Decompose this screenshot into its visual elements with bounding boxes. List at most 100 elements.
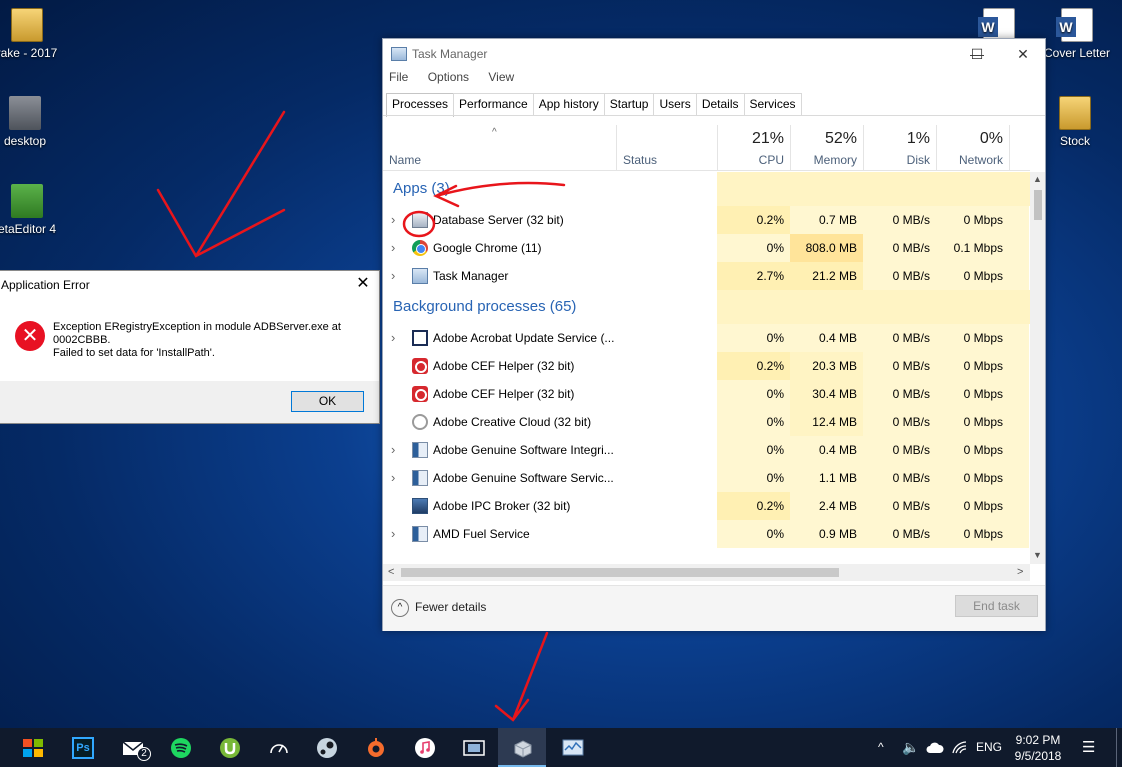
process-row[interactable]: › Google Chrome (11) 0% 808.0 MB 0 MB/s … xyxy=(383,234,1030,262)
expand-chevron-icon[interactable]: › xyxy=(391,324,401,352)
volume-icon[interactable]: 🔈 xyxy=(902,728,919,767)
column-status[interactable]: Status xyxy=(623,153,657,167)
column-name[interactable]: Name xyxy=(389,153,421,167)
ok-button[interactable]: OK xyxy=(291,391,364,412)
tray-chevron-icon[interactable]: ^ xyxy=(878,728,884,767)
taskbar-task-manager[interactable] xyxy=(548,728,596,767)
clock-time: 9:02 PM xyxy=(1015,733,1061,747)
cpu-value: 0.2% xyxy=(717,206,790,234)
close-button[interactable]: ✕ xyxy=(1000,39,1046,69)
network-value: 0 Mbps xyxy=(936,520,1009,548)
memory-value: 2.4 MB xyxy=(790,492,863,520)
scroll-left-icon[interactable]: < xyxy=(388,564,394,581)
column-network[interactable]: 0% Network xyxy=(936,125,1009,167)
tab-details[interactable]: Details xyxy=(695,93,745,115)
cloud-icon[interactable] xyxy=(926,728,944,767)
menu-file[interactable]: File xyxy=(389,70,408,84)
desktop-icon-metaeditor[interactable]: etaEditor 4 xyxy=(0,184,70,236)
process-row[interactable]: Adobe CEF Helper (32 bit) 0.2% 20.3 MB 0… xyxy=(383,352,1030,380)
process-row[interactable]: Adobe Creative Cloud (32 bit) 0% 12.4 MB… xyxy=(383,408,1030,436)
tab-services[interactable]: Services xyxy=(743,93,802,115)
disk-value: 0 MB/s xyxy=(863,464,936,492)
taskbar: Ps 2 ^ 🔈 ENG 9:02 PM 9/5/2018 ☰ xyxy=(0,728,1122,767)
process-row[interactable]: › Database Server (32 bit) 0.2% 0.7 MB 0… xyxy=(383,206,1030,234)
process-row[interactable]: › Adobe Genuine Software Integri... 0% 0… xyxy=(383,436,1030,464)
vertical-scrollbar[interactable]: ▲ ▼ xyxy=(1030,172,1045,564)
end-task-button[interactable]: End task xyxy=(955,595,1038,617)
process-row[interactable]: › Adobe Acrobat Update Service (... 0% 0… xyxy=(383,324,1030,352)
desktop-icon-desktop[interactable]: desktop xyxy=(0,96,68,148)
process-row[interactable]: › AMD Fuel Service 0% 0.9 MB 0 MB/s 0 Mb… xyxy=(383,520,1030,548)
divider xyxy=(383,115,1045,116)
process-row[interactable]: Adobe CEF Helper (32 bit) 0% 30.4 MB 0 M… xyxy=(383,380,1030,408)
disk-value: 0 MB/s xyxy=(863,352,936,380)
notification-icon[interactable]: ☰ xyxy=(1082,728,1095,767)
taskbar-origin[interactable] xyxy=(351,728,399,767)
scroll-thumb[interactable] xyxy=(401,568,839,577)
desktop-icon-rake[interactable]: rake - 2017 xyxy=(0,8,70,60)
scroll-thumb[interactable] xyxy=(1034,190,1042,220)
cpu-value: 0% xyxy=(717,408,790,436)
column-divider[interactable] xyxy=(1009,125,1010,171)
column-memory[interactable]: 52% Memory xyxy=(790,125,863,167)
expand-chevron-icon[interactable]: › xyxy=(391,206,401,234)
maximize-button[interactable]: ☐ xyxy=(954,39,1000,69)
clock-date: 9/5/2018 xyxy=(1014,749,1062,763)
ipc-broker-icon xyxy=(412,498,428,514)
disk-value: 0 MB/s xyxy=(863,492,936,520)
expand-chevron-icon[interactable]: › xyxy=(391,520,401,548)
scroll-down-icon[interactable]: ▼ xyxy=(1032,550,1043,560)
column-disk[interactable]: 1% Disk xyxy=(863,125,936,167)
itunes-icon xyxy=(415,738,435,758)
horizontal-scrollbar[interactable]: < > xyxy=(383,564,1030,581)
taskbar-video-editor[interactable] xyxy=(449,728,497,767)
taskbar-photoshop[interactable]: Ps xyxy=(58,728,106,767)
window-title: Task Manager xyxy=(412,47,488,61)
menu-options[interactable]: Options xyxy=(428,70,469,84)
fewer-details-button[interactable]: ^ Fewer details xyxy=(391,599,486,617)
network-value: 0 Mbps xyxy=(936,262,1009,290)
process-row[interactable]: › Adobe Genuine Software Servic... 0% 1.… xyxy=(383,464,1030,492)
close-button[interactable]: ✕ xyxy=(355,275,371,293)
desktop-icon-cover-letter[interactable]: Cover Letter xyxy=(1034,8,1120,60)
expand-chevron-icon[interactable]: › xyxy=(391,436,401,464)
process-row[interactable]: › Task Manager 2.7% 21.2 MB 0 MB/s 0 Mbp… xyxy=(383,262,1030,290)
expand-chevron-icon[interactable]: › xyxy=(391,464,401,492)
tab-processes[interactable]: Processes xyxy=(386,93,455,117)
cpu-value: 0.2% xyxy=(717,352,790,380)
tab-app-history[interactable]: App history xyxy=(532,93,605,115)
scroll-up-icon[interactable]: ▲ xyxy=(1032,174,1043,184)
taskbar-database-server[interactable] xyxy=(498,728,546,767)
expand-chevron-icon[interactable]: › xyxy=(391,262,401,290)
tab-performance[interactable]: Performance xyxy=(453,93,534,115)
cpu-value: 0% xyxy=(717,380,790,408)
taskbar-steam[interactable] xyxy=(302,728,350,767)
desktop-icon-label: rake - 2017 xyxy=(0,46,58,60)
expand-chevron-icon[interactable]: › xyxy=(391,234,401,262)
clock[interactable]: 9:02 PM 9/5/2018 xyxy=(1012,732,1064,764)
start-button[interactable] xyxy=(8,728,56,767)
column-cpu[interactable]: 21% CPU xyxy=(717,125,790,167)
database-server-icon xyxy=(514,740,532,758)
language-indicator[interactable]: ENG xyxy=(976,728,1002,767)
taskbar-utorrent[interactable] xyxy=(205,728,253,767)
scroll-right-icon[interactable]: > xyxy=(1017,564,1023,581)
taskbar-speed[interactable] xyxy=(254,728,302,767)
sort-arrow-icon: ^ xyxy=(492,127,497,138)
title-bar[interactable]: Task Manager — ✕ xyxy=(383,39,1045,70)
taskbar-spotify[interactable] xyxy=(156,728,204,767)
column-divider[interactable] xyxy=(616,125,617,171)
cpu-value: 0% xyxy=(717,436,790,464)
column-label: Network xyxy=(958,153,1003,167)
taskbar-mail[interactable]: 2 xyxy=(108,728,156,767)
spotify-icon xyxy=(171,738,191,758)
tab-startup[interactable]: Startup xyxy=(603,93,655,115)
process-row[interactable]: Adobe IPC Broker (32 bit) 0.2% 2.4 MB 0 … xyxy=(383,492,1030,520)
menu-view[interactable]: View xyxy=(488,70,514,84)
taskbar-itunes[interactable] xyxy=(400,728,448,767)
memory-value: 0.4 MB xyxy=(790,436,863,464)
tab-users[interactable]: Users xyxy=(653,93,697,115)
group-label: Background processes (65) xyxy=(393,298,577,315)
show-desktop-button[interactable] xyxy=(1116,728,1117,767)
wifi-icon[interactable] xyxy=(952,728,968,767)
